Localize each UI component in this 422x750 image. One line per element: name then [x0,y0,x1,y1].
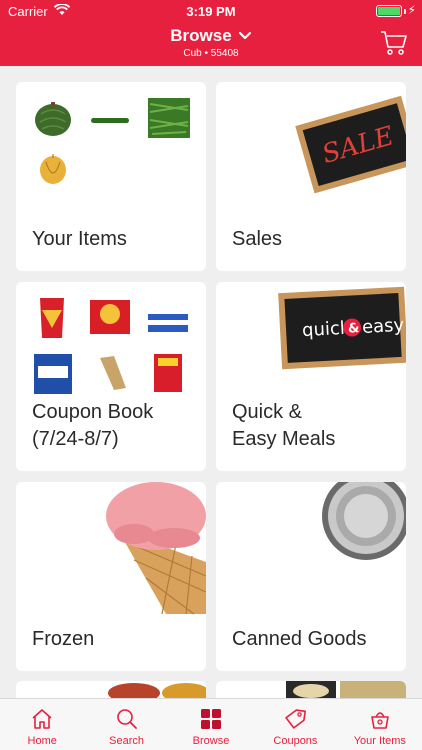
cart-icon[interactable] [380,30,408,56]
grid-icon [201,709,222,729]
coupon-products-image [34,298,188,394]
tab-label: Home [27,735,57,747]
tab-bar: Home Search Browse Coupons Your Items [0,698,422,750]
app-header: Carrier 3:19 PM ⚡ Browse Cub • 55408 [0,0,422,66]
svg-text:&: & [348,321,360,337]
tag-icon [285,709,307,729]
card-your-items[interactable]: Your Items [16,82,206,271]
status-bar: Carrier 3:19 PM ⚡ [0,0,422,22]
page-title: Browse [170,26,232,45]
tab-label: Your Items [353,735,406,747]
easy-text: easy [362,315,406,338]
tab-your-items[interactable]: Your Items [338,699,422,750]
tab-browse[interactable]: Browse [169,699,253,750]
tab-label: Coupons [273,735,318,747]
card-label: Your Items [32,228,127,250]
title-area: Browse Cub • 55408 [0,26,422,59]
sale-sign-image: SALE [295,95,406,194]
chevron-down-icon [238,31,251,40]
charging-icon: ⚡ [407,3,416,17]
card-label: Frozen [32,628,95,650]
card-label: Quick & Easy Meals [232,401,336,450]
ice-cream-image [106,482,206,615]
card-quick-easy[interactable]: quick & easy Quick & Easy Meals [216,282,406,471]
quick-easy-sign-image: quick & easy [278,286,406,370]
card-label: Sales [232,228,283,250]
card-label: Canned Goods [232,628,367,650]
can-image [322,482,406,560]
store-selector[interactable]: Browse [170,26,251,46]
card-canned-goods[interactable]: Canned Goods [216,482,406,671]
tab-coupons[interactable]: Coupons [253,699,337,750]
card-frozen[interactable]: Frozen [16,482,206,671]
card-coupon-book[interactable]: Coupon Book (7/24-8/7) [16,282,206,471]
basket-icon [371,712,389,729]
tab-home[interactable]: Home [0,699,84,750]
store-subtitle: Cub • 55408 [183,48,239,59]
status-time: 3:19 PM [186,4,236,19]
search-icon [116,709,137,729]
card-label: Coupon Book (7/24-8/7) [32,401,154,450]
battery-icon [376,5,402,17]
tab-search[interactable]: Search [84,699,168,750]
battery-tip [404,9,406,14]
card-sales[interactable]: SALE Sales [216,82,406,271]
tab-label: Search [109,735,145,747]
tab-label: Browse [192,735,230,747]
produce-images [35,98,190,184]
home-icon [32,709,52,729]
